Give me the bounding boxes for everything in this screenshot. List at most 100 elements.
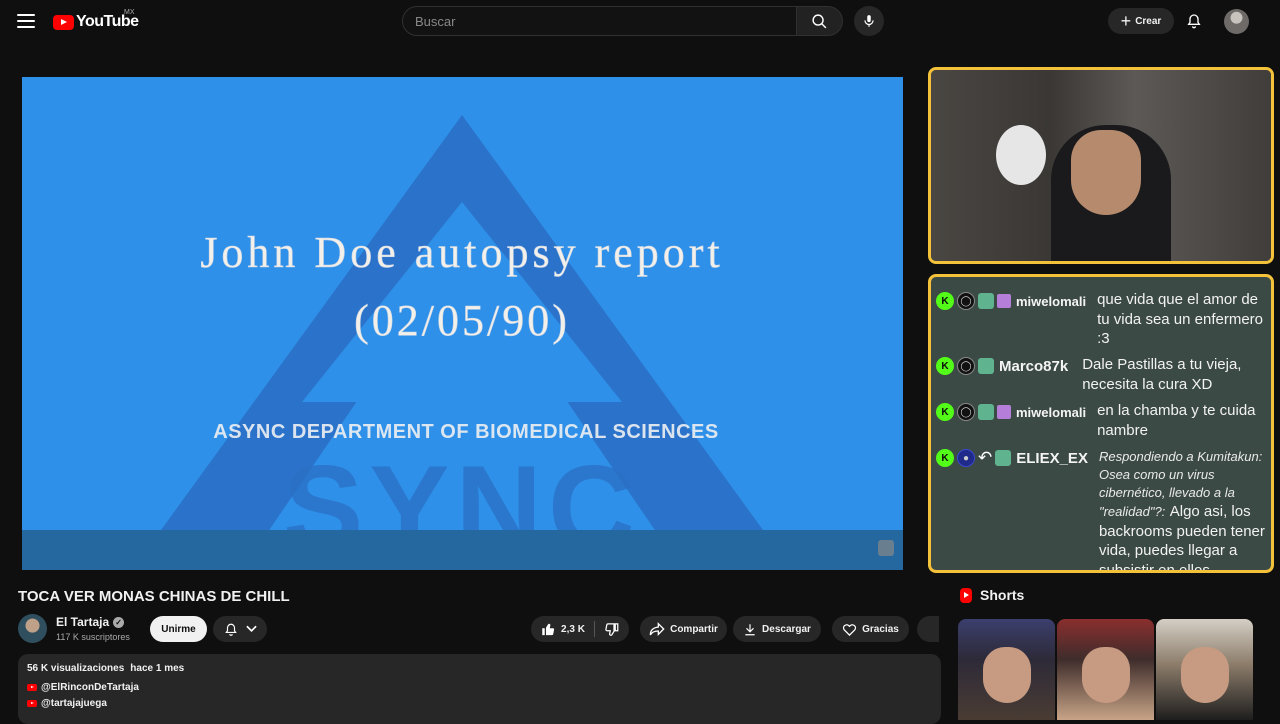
download-label: Descargar — [762, 623, 811, 635]
kick-badge-icon: K — [936, 292, 954, 310]
gift-badge-icon — [997, 405, 1011, 419]
kick-badge-icon: K — [936, 449, 954, 467]
frame-line-1: John Doe autopsy report — [200, 228, 723, 277]
microphone-icon — [864, 15, 874, 27]
description-meta: 56 K visualizaciones hace 1 mes — [27, 663, 932, 674]
join-button[interactable]: Unirme — [150, 616, 207, 642]
divider — [593, 621, 595, 637]
short-thumbnail[interactable] — [1156, 619, 1253, 720]
search-button[interactable] — [797, 6, 843, 36]
shorts-heading: Shorts — [960, 587, 1024, 603]
description-link[interactable]: @ElRinconDeTartaja — [41, 682, 139, 693]
share-icon — [649, 622, 665, 636]
create-button[interactable]: + Crear — [1108, 8, 1174, 34]
chat-message: K ◯ Marco87k Dale Pastillas a tu vieja, … — [936, 356, 1271, 394]
youtube-channel-icon — [27, 700, 37, 707]
description-link[interactable]: @tartajajuega — [41, 698, 107, 709]
thumbnail-face — [1181, 647, 1229, 703]
thumbnail-face — [1082, 647, 1130, 703]
channel-avatar[interactable] — [18, 614, 47, 643]
chat-username: Marco87k — [999, 357, 1069, 375]
top-bar: YouTube MX + Crear — [0, 0, 1280, 42]
user-badge-icon: ◯ — [957, 292, 975, 310]
thumbnail-face — [983, 647, 1031, 703]
chat-badges: K ● ↶ ELIEX_EX — [936, 448, 1088, 468]
country-code: MX — [124, 9, 135, 16]
chat-overlay: K ◯ miwelomali que vida que el amor de t… — [928, 274, 1274, 573]
search-icon — [812, 13, 827, 28]
gift-badge-icon — [997, 294, 1011, 308]
shorts-icon — [960, 587, 972, 603]
download-icon — [745, 623, 755, 635]
create-label: Crear — [1135, 15, 1162, 27]
like-count[interactable]: 2,3 K — [561, 624, 585, 635]
streamer-face — [1071, 130, 1141, 215]
chat-message: K ● ↶ ELIEX_EX Respondiendo a Kumitakun:… — [936, 448, 1271, 570]
thanks-button[interactable]: Gracias — [832, 616, 909, 642]
search-input[interactable] — [402, 6, 797, 36]
heart-dollar-icon — [843, 623, 857, 636]
subscriber-badge-icon — [978, 358, 994, 374]
subscriber-badge-icon — [995, 450, 1012, 466]
view-count: 56 K visualizaciones — [27, 663, 125, 674]
kick-badge-icon: K — [936, 357, 954, 375]
chat-text: en la chamba y te cuida nambre — [1097, 402, 1256, 439]
thumbs-up-icon[interactable] — [541, 622, 556, 637]
chat-username: miwelomali — [1016, 293, 1087, 309]
description-box[interactable]: 56 K visualizaciones hace 1 mes @ElRinco… — [18, 654, 941, 724]
video-player[interactable]: SYNC John Doe autopsy report (02/05/90) … — [22, 77, 903, 570]
video-title: TOCA VER MONAS CHINAS DE CHILL — [18, 588, 290, 605]
chat-message: K ◯ miwelomali en la chamba y te cuida n… — [936, 402, 1271, 440]
subscriber-badge-icon — [978, 404, 994, 420]
subscription-bell-button[interactable] — [213, 616, 267, 642]
plus-icon: + — [1120, 11, 1132, 31]
chat-badges: K ◯ miwelomali — [936, 402, 1086, 422]
download-button[interactable]: Descargar — [733, 616, 821, 642]
thanks-label: Gracias — [862, 623, 899, 635]
chat-badges: K ◯ miwelomali — [936, 291, 1086, 311]
chat-username: ELIEX_EX — [1016, 449, 1088, 467]
reply-arrow-icon: ↶ — [978, 448, 993, 467]
voice-search-button[interactable] — [854, 6, 884, 36]
user-avatar[interactable] — [1224, 9, 1249, 34]
player-control-bar[interactable] — [22, 530, 903, 570]
description-link-row[interactable]: @tartajajuega — [27, 698, 932, 709]
short-thumbnail[interactable] — [958, 619, 1055, 720]
subscriber-badge-icon — [978, 293, 994, 309]
bell-icon — [224, 623, 237, 636]
chat-text: que vida que el amor de tu vida sea un e… — [1097, 291, 1264, 347]
video-frame: SYNC John Doe autopsy report (02/05/90) … — [22, 77, 903, 570]
description-link-row[interactable]: @ElRinconDeTartaja — [27, 682, 932, 693]
user-badge-icon: ◯ — [957, 403, 975, 421]
notifications-bell-icon[interactable] — [1184, 10, 1204, 32]
hamburger-menu-icon[interactable] — [17, 12, 35, 30]
chat-reply-block: Respondiendo a Kumitakun: Osea como un v… — [1099, 448, 1271, 570]
subscriber-count: 117 K suscriptores — [56, 632, 130, 642]
shorts-title: Shorts — [980, 587, 1025, 603]
kick-badge-icon: K — [936, 403, 954, 421]
chat-badges: K ◯ Marco87k — [936, 356, 1068, 376]
share-label: Compartir — [670, 623, 718, 635]
chat-message: K ◯ miwelomali que vida que el amor de t… — [936, 291, 1271, 349]
youtube-channel-icon — [27, 684, 37, 691]
upload-date: hace 1 mes — [130, 663, 185, 674]
chat-username: miwelomali — [1016, 404, 1087, 420]
frame-line-2: (02/05/90) — [354, 296, 570, 345]
short-thumbnail[interactable] — [1057, 619, 1154, 720]
webcam-overlay — [928, 67, 1274, 264]
channel-watermark-icon — [878, 540, 894, 556]
chevron-down-icon — [245, 625, 257, 633]
channel-name-row[interactable]: El Tartaja ✓ — [56, 615, 125, 629]
user-badge-icon: ◯ — [957, 357, 975, 375]
thumbs-down-icon[interactable] — [604, 622, 619, 637]
like-dislike-group: 2,3 K — [531, 616, 629, 642]
channel-name[interactable]: El Tartaja — [56, 615, 109, 629]
youtube-play-icon — [53, 14, 74, 30]
more-actions-button[interactable] — [917, 616, 939, 642]
verified-check-icon: ✓ — [113, 616, 125, 628]
share-button[interactable]: Compartir — [640, 616, 727, 642]
frame-line-3: ASYNC DEPARTMENT OF BIOMEDICAL SCIENCES — [213, 421, 718, 443]
chat-text: Dale Pastillas a tu vieja, necesita la c… — [1082, 356, 1242, 393]
alien-badge-icon: ● — [957, 449, 975, 467]
search-bar — [402, 6, 843, 36]
